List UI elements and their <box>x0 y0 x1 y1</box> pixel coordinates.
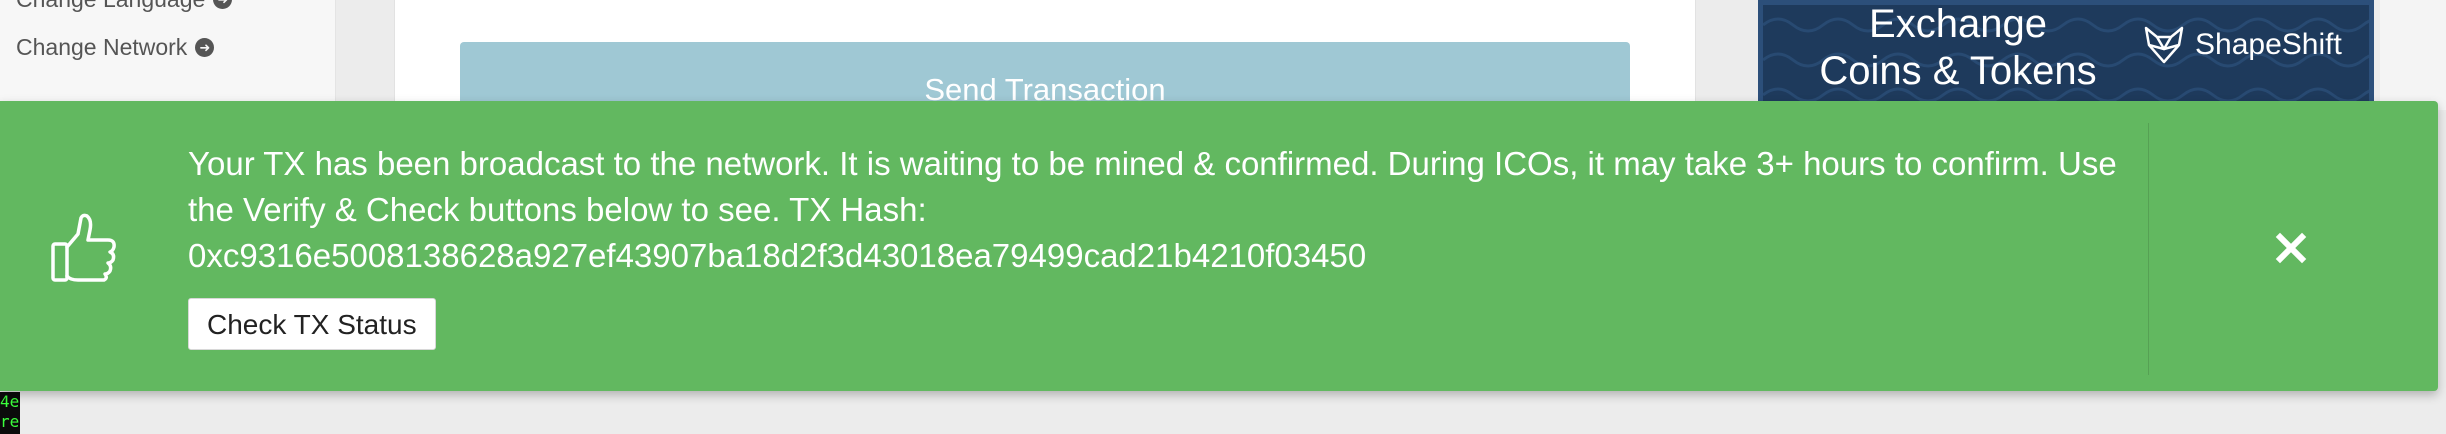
main-panel: Send Transaction <box>394 0 1696 112</box>
ad-title: Exchange Coins & Tokens <box>1819 2 2097 93</box>
change-language-label: Change Language <box>16 0 205 13</box>
shapeshift-fox-icon <box>2144 26 2184 64</box>
check-tx-status-button[interactable]: Check TX Status <box>188 298 436 350</box>
change-network-link[interactable]: Change Network ➜ <box>16 34 215 61</box>
thumbs-up-icon <box>51 213 116 282</box>
close-icon[interactable] <box>2262 219 2320 277</box>
change-language-link[interactable]: Change Language ➜ <box>16 0 233 13</box>
terminal-fragment: 4e re <box>0 392 20 434</box>
arrow-circle-icon: ➜ <box>213 0 233 9</box>
ad-brand-name: ShapeShift <box>2195 28 2342 61</box>
alert-divider <box>2148 123 2149 375</box>
alert-message: Your TX has been broadcast to the networ… <box>188 141 2118 279</box>
shapeshift-ad-banner[interactable]: Exchange Coins & Tokens ShapeShift <box>1758 0 2374 110</box>
tx-hash[interactable]: 0xc9316e5008138628a927ef43907ba18d2f3d43… <box>188 233 2118 279</box>
sidebar: Change Language ➜ Change Network ➜ <box>0 0 336 110</box>
success-alert: Your TX has been broadcast to the networ… <box>0 101 2438 391</box>
change-network-label: Change Network <box>16 34 188 60</box>
ad-brand: ShapeShift <box>2143 25 2342 65</box>
page-margin <box>2380 0 2446 110</box>
arrow-circle-icon: ➜ <box>195 38 215 57</box>
alert-message-text: Your TX has been broadcast to the networ… <box>188 145 2117 228</box>
